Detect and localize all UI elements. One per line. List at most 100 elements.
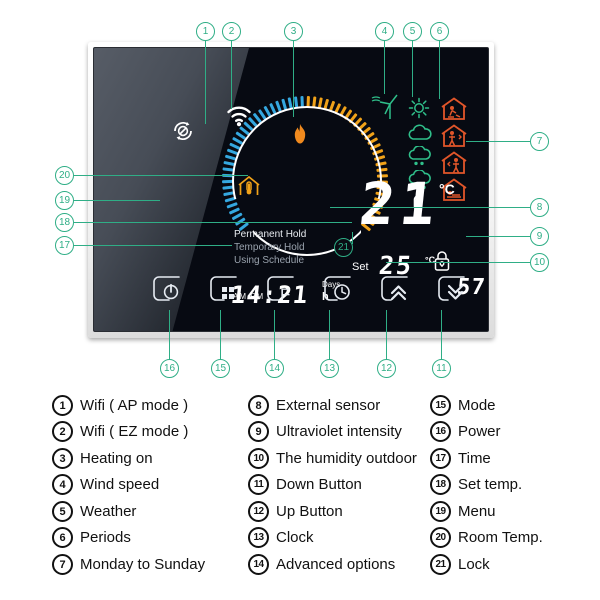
legend-item: 14 Advanced options	[248, 551, 428, 578]
callout-16: 16	[160, 359, 179, 378]
legend-number: 21	[430, 553, 451, 575]
dial-tick	[312, 96, 317, 108]
legend-label: Wifi ( AP mode )	[80, 396, 189, 414]
period-wake-icon	[441, 97, 467, 120]
legend-label: External sensor	[276, 396, 381, 414]
legend-number: 9	[248, 421, 269, 443]
legend-number: 5	[52, 500, 73, 522]
legend-item: 5 Weather	[52, 498, 252, 525]
legend-item: 21 Lock	[430, 551, 580, 578]
legend-number: 7	[52, 553, 73, 575]
legend-label: The humidity outdoor	[276, 449, 417, 467]
lead-10	[386, 262, 530, 264]
callout-5: 5	[403, 22, 422, 41]
legend-label: Lock	[458, 555, 490, 573]
legend-number: 19	[430, 500, 451, 522]
lead-21	[352, 232, 354, 244]
cloud-icon	[408, 124, 432, 140]
lead-7	[466, 141, 530, 143]
room-temperature-value: 21	[356, 170, 444, 238]
callout-14: 14	[265, 359, 284, 378]
power-button[interactable]	[152, 275, 182, 303]
legend-item: 12 Up Button	[248, 498, 428, 525]
lead-9	[466, 236, 530, 238]
callout-9: 9	[530, 227, 549, 246]
legend-label: Power	[458, 423, 501, 441]
callout-6: 6	[430, 22, 449, 41]
legend-number: 11	[248, 474, 269, 496]
set-temperature-label: Set	[352, 261, 369, 273]
legend-item: 4 Wind speed	[52, 472, 252, 499]
callout-3: 3	[284, 22, 303, 41]
legend-item: 20 Room Temp.	[430, 525, 580, 552]
dial-tick	[306, 96, 310, 108]
legend-label: Wifi ( EZ mode )	[80, 423, 189, 441]
clock-button[interactable]	[323, 275, 353, 303]
sun-icon	[408, 97, 430, 119]
lead-11	[441, 310, 443, 359]
lead-3	[293, 41, 295, 117]
up-button[interactable]	[380, 275, 410, 303]
mode-button[interactable]	[209, 275, 239, 303]
lead-14	[274, 310, 276, 359]
menu-using-schedule[interactable]: Using Schedule	[234, 254, 306, 267]
legend-item: 9 Ultraviolet intensity	[248, 419, 428, 446]
lead-5	[412, 41, 414, 97]
legend-item: 1 Wifi ( AP mode )	[52, 392, 252, 419]
legend-item: 10 The humidity outdoor	[248, 445, 428, 472]
legend-label: Weather	[80, 502, 137, 520]
legend-label: Time	[458, 449, 491, 467]
legend-item: 17 Time	[430, 445, 580, 472]
advanced-options-button[interactable]: F	[266, 275, 296, 303]
flame-icon	[294, 124, 306, 144]
callout-17: 17	[55, 236, 74, 255]
callout-4: 4	[375, 22, 394, 41]
legend-label: Up Button	[276, 502, 343, 520]
dial-tick	[222, 180, 234, 184]
legend-item: 6 Periods	[52, 525, 252, 552]
callout-8: 8	[530, 198, 549, 217]
legend-label: Wind speed	[80, 476, 160, 494]
legend-item: 7 Monday to Sunday	[52, 551, 252, 578]
down-button[interactable]	[437, 275, 467, 303]
lead-12	[386, 310, 388, 359]
legend-label: Periods	[80, 529, 131, 547]
legend-number: 17	[430, 447, 451, 469]
lead-4	[384, 41, 386, 94]
legend-item: 13 Clock	[248, 525, 428, 552]
lock-icon	[434, 251, 450, 271]
svg-text:F: F	[280, 285, 290, 303]
legend-number: 18	[430, 474, 451, 496]
callout-11: 11	[432, 359, 451, 378]
period-leave-icon	[441, 124, 467, 147]
menu-permanent-hold[interactable]: Permanent Hold	[234, 228, 306, 241]
legend-item: 15 Mode	[430, 392, 580, 419]
callout-18: 18	[55, 213, 74, 232]
period-return-icon	[441, 151, 467, 174]
lead-20	[74, 175, 248, 177]
callout-15: 15	[211, 359, 230, 378]
menu-options: Permanent Hold Temporary Hold Using Sche…	[234, 228, 306, 267]
legend-number: 3	[52, 447, 73, 469]
thermostat-device: Mon Tue Wed Thu Fri Sat Sun 21 °C Set 25…	[88, 42, 494, 338]
lead-19	[74, 200, 160, 202]
menu-temporary-hold[interactable]: Temporary Hold	[234, 241, 306, 254]
callout-13: 13	[320, 359, 339, 378]
legend-item: 18 Set temp.	[430, 472, 580, 499]
room-temperature-unit: °C	[439, 181, 455, 197]
legend-label: Room Temp.	[458, 529, 543, 547]
callout-20: 20	[55, 166, 74, 185]
lead-16	[169, 310, 171, 359]
legend-label: Mode	[458, 396, 496, 414]
lead-13	[329, 310, 331, 359]
device-glass-panel: Mon Tue Wed Thu Fri Sat Sun 21 °C Set 25…	[93, 47, 489, 332]
legend-label: Down Button	[276, 476, 362, 494]
legend-number: 20	[430, 527, 451, 549]
dial-tick	[222, 167, 234, 172]
wifi-ap-mode-icon	[174, 121, 192, 141]
callout-19: 19	[55, 191, 74, 210]
legend-number: 15	[430, 394, 451, 416]
callout-21: 21	[334, 238, 353, 257]
dial-tick	[300, 96, 304, 108]
wifi-ez-mode-icon	[227, 106, 251, 127]
